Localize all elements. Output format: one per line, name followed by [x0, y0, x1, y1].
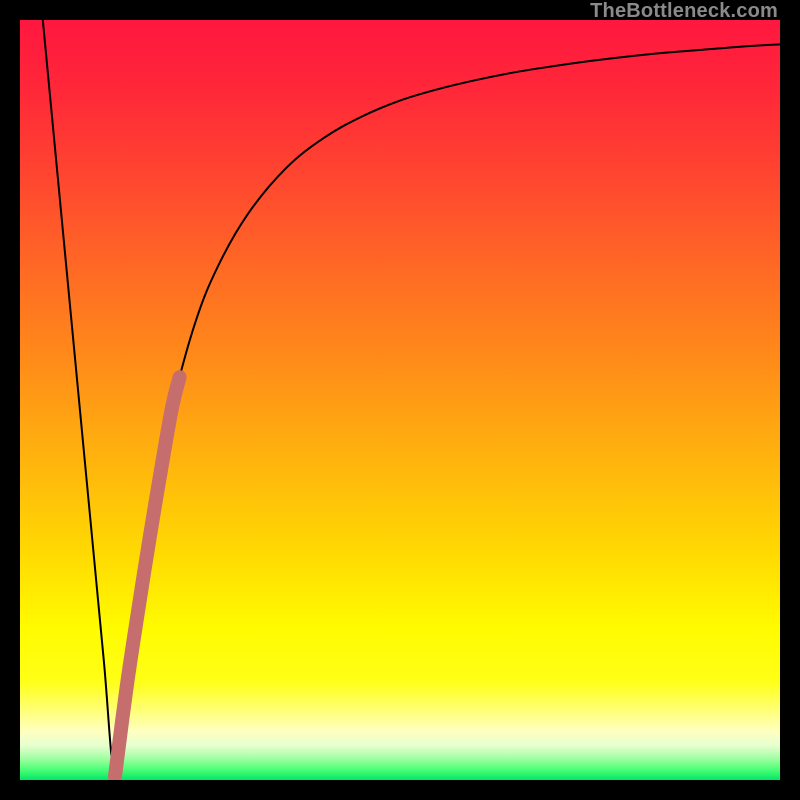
plot-area — [20, 20, 780, 780]
bottleneck-curve — [43, 20, 780, 777]
chart-frame: TheBottleneck.com — [0, 0, 800, 800]
curve-layer — [20, 20, 780, 780]
watermark-text: TheBottleneck.com — [590, 0, 778, 23]
highlight-segment — [115, 377, 180, 776]
